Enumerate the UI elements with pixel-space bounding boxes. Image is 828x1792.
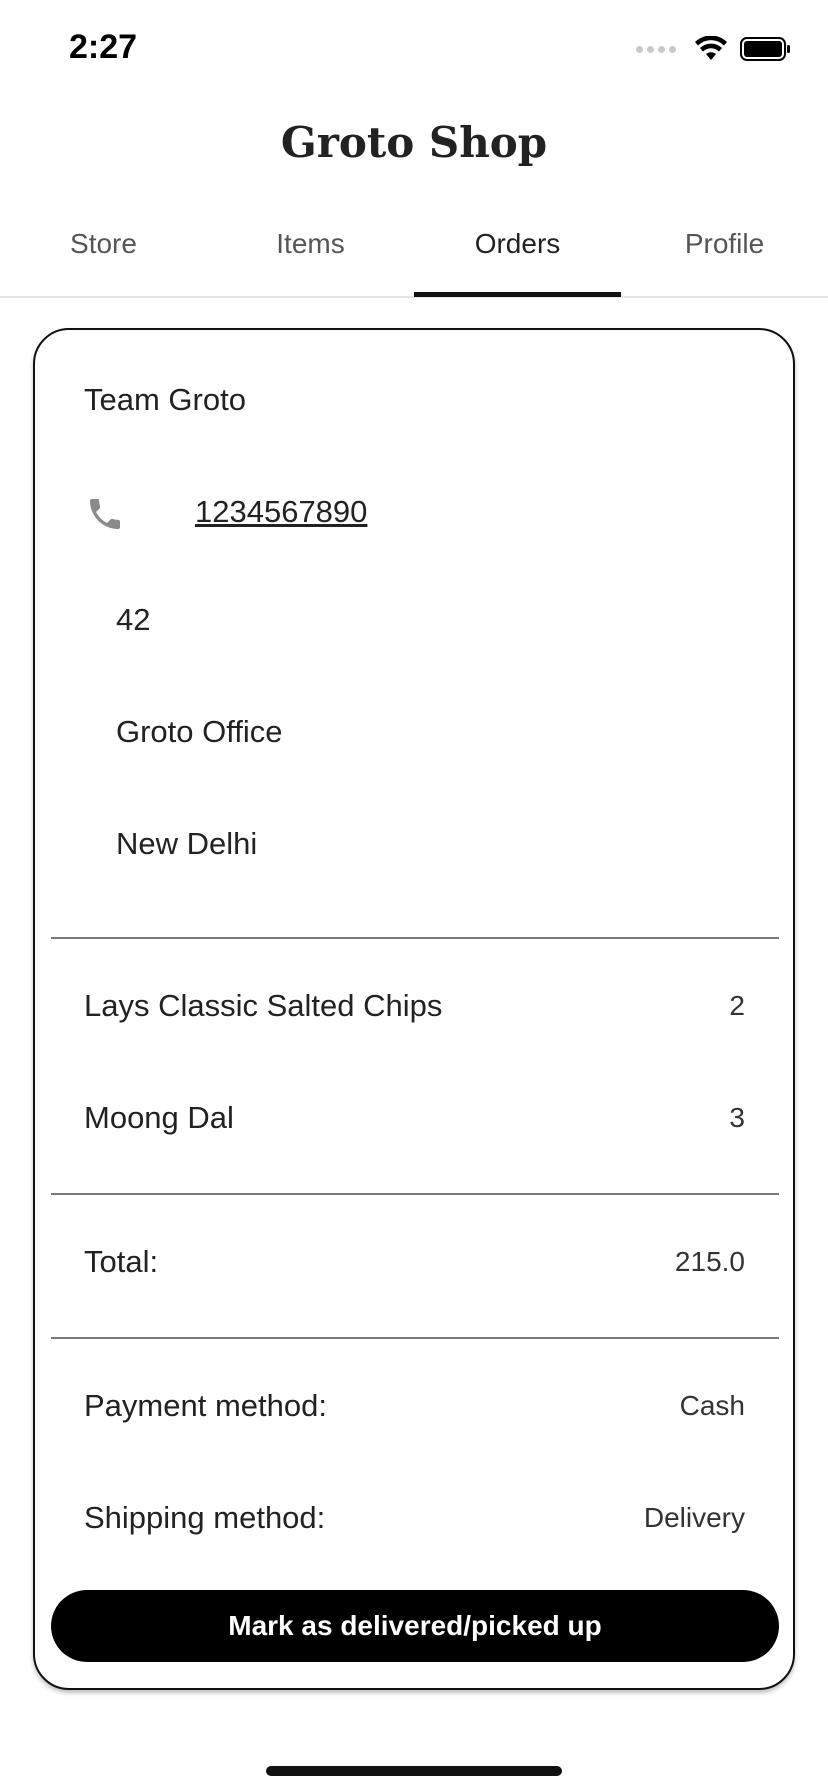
status-icons <box>636 36 792 62</box>
payment-method-value: Cash <box>679 1390 745 1421</box>
active-tab-indicator <box>414 292 621 297</box>
total-value: 215.0 <box>674 1246 745 1277</box>
wifi-icon <box>695 36 727 60</box>
tab-orders[interactable]: Orders <box>414 190 621 296</box>
status-time: 2:27 <box>69 28 138 66</box>
status-bar: 2:27 <box>0 0 828 100</box>
phone-number-link[interactable]: 1234567890 <box>195 494 367 530</box>
customer-name: Team Groto <box>84 382 246 417</box>
tab-profile[interactable]: Profile <box>621 190 828 296</box>
tab-store[interactable]: Store <box>0 190 207 296</box>
tab-bar: Store Items Orders Profile <box>0 190 828 298</box>
order-item-qty: 3 <box>729 1102 745 1133</box>
order-item-qty: 2 <box>729 990 745 1021</box>
shipping-method-label: Shipping method: <box>84 1500 326 1535</box>
divider <box>51 1193 779 1195</box>
divider <box>51 1337 779 1339</box>
phone-icon[interactable] <box>85 494 125 534</box>
tab-items[interactable]: Items <box>207 190 414 296</box>
home-indicator[interactable] <box>266 1766 562 1776</box>
address-line-1: 42 <box>116 602 151 637</box>
app-title: Groto Shop <box>280 118 548 167</box>
order-card: Team Groto 1234567890 42 Groto Office Ne… <box>33 328 795 1690</box>
cellular-signal-icon <box>636 45 676 53</box>
address-line-2: Groto Office <box>116 714 283 749</box>
battery-icon <box>740 37 790 61</box>
shipping-method-value: Delivery <box>643 1502 745 1533</box>
divider <box>51 937 779 939</box>
total-label: Total: <box>84 1244 159 1279</box>
payment-method-label: Payment method: <box>84 1388 327 1423</box>
order-item-name: Moong Dal <box>84 1100 234 1135</box>
order-item-name: Lays Classic Salted Chips <box>84 988 443 1023</box>
mark-delivered-button[interactable]: Mark as delivered/picked up <box>51 1590 779 1662</box>
address-line-3: New Delhi <box>116 826 258 861</box>
